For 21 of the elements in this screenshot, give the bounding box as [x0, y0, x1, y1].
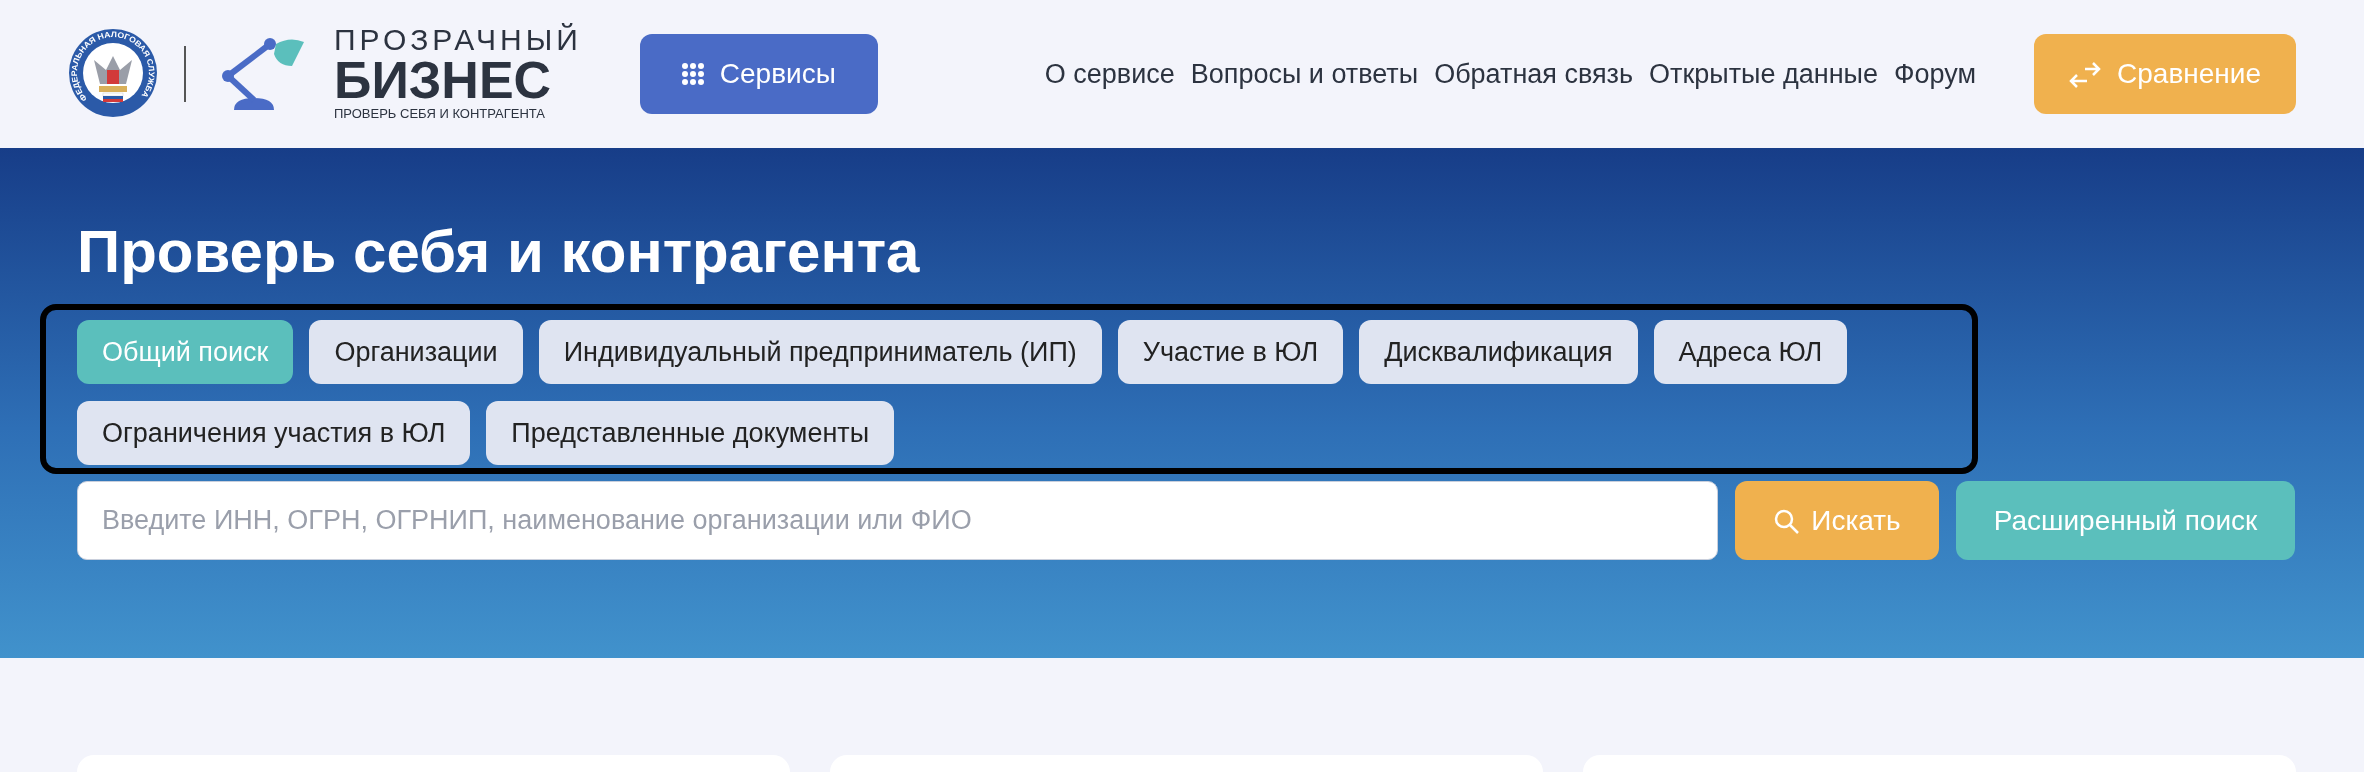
logo-tagline: ПРОВЕРЬ СЕБЯ И КОНТРАГЕНТА: [334, 105, 546, 123]
grid-icon: [681, 63, 704, 85]
search-tab[interactable]: Индивидуальный предприниматель (ИП): [538, 320, 1102, 384]
nav-link[interactable]: Открытые данные: [1649, 58, 1878, 90]
logo-text: ПРОЗРАЧНЫЙ: [334, 25, 582, 55]
search-field[interactable]: Введите ИНН, ОГРН, ОГРНИП, наименование организации или ФИО: [77, 481, 1718, 560]
logo-text: БИЗНЕС: [334, 55, 553, 105]
page-title: Проверь себя и контрагента: [77, 217, 921, 287]
search-tab[interactable]: Представленные документы: [486, 401, 895, 465]
search-tab[interactable]: Организации: [309, 320, 523, 384]
nav-link[interactable]: Вопросы и ответы: [1190, 58, 1419, 90]
nav-link[interactable]: О сервисе: [1044, 58, 1175, 90]
arrows-icon: [2069, 59, 2101, 89]
search-tab[interactable]: Адреса ЮЛ: [1653, 320, 1848, 384]
services-button[interactable]: Сервисы: [639, 34, 878, 114]
nav-link[interactable]: Обратная связь: [1434, 58, 1634, 90]
nav-link[interactable]: Форум: [1894, 58, 1976, 90]
search-icon: [1773, 507, 1800, 534]
search-tab[interactable]: Ограничения участия в ЮЛ: [77, 401, 471, 465]
search-tab[interactable]: Дисквалификация: [1359, 320, 1638, 384]
search-tab[interactable]: Участие в ЮЛ: [1117, 320, 1344, 384]
